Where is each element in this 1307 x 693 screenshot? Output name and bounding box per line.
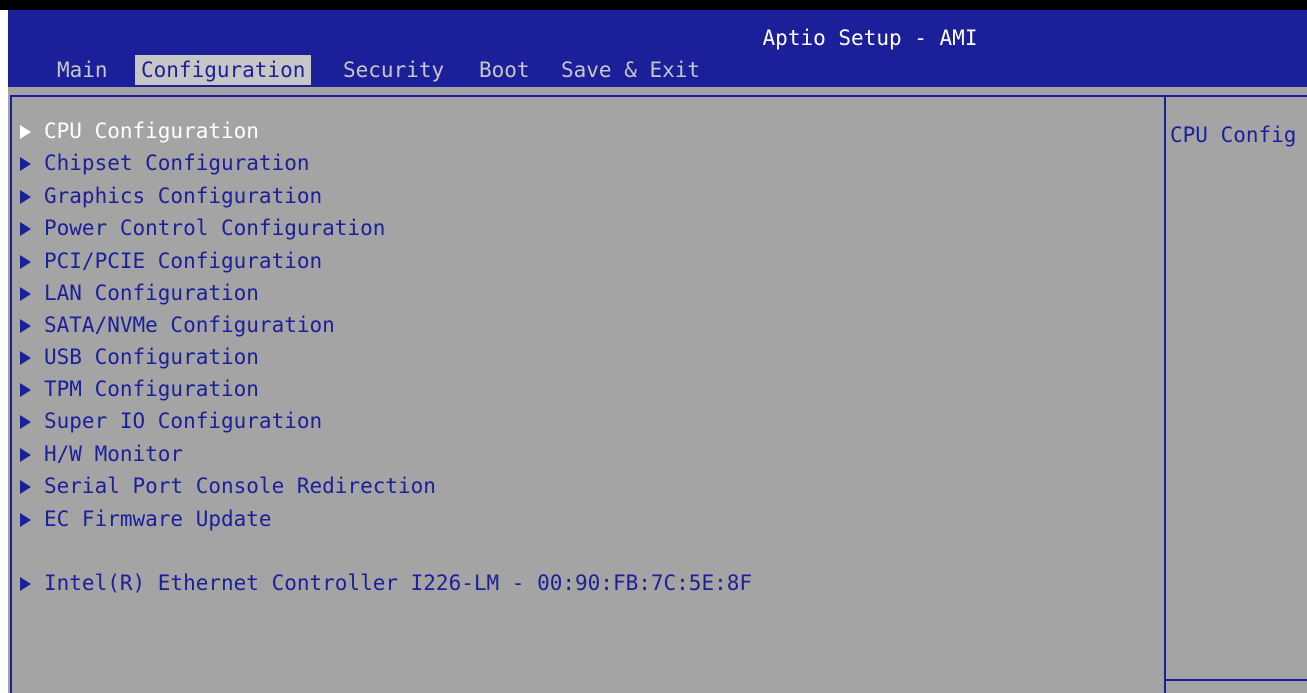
menu-item-label: CPU Configuration [44, 119, 259, 143]
help-text: CPU Config [1170, 123, 1297, 147]
menu-item-chipset-configuration[interactable]: Chipset Configuration [20, 149, 310, 177]
menu-item-label: EC Firmware Update [44, 507, 272, 531]
submenu-arrow-icon [20, 448, 31, 462]
submenu-arrow-icon [20, 255, 31, 269]
menu-item-label: PCI/PCIE Configuration [44, 249, 323, 273]
menu-item-super-io-configuration[interactable]: Super IO Configuration [20, 407, 322, 435]
menu-item-usb-configuration[interactable]: USB Configuration [20, 343, 259, 371]
menu-item-label: Super IO Configuration [44, 409, 323, 433]
menu-item-label: Chipset Configuration [44, 151, 310, 175]
menu-item-power-control-configuration[interactable]: Power Control Configuration [20, 214, 385, 242]
menu-item-ec-firmware-update[interactable]: EC Firmware Update [20, 505, 272, 533]
submenu-arrow-icon [20, 577, 31, 591]
menu-item-hw-monitor[interactable]: H/W Monitor [20, 440, 183, 468]
top-strip [0, 0, 1307, 10]
menu-item-label: SATA/NVMe Configuration [44, 313, 335, 337]
submenu-arrow-icon [20, 125, 31, 139]
tab-save-exit[interactable]: Save & Exit [555, 55, 706, 85]
submenu-arrow-icon [20, 480, 31, 494]
menu-item-label: USB Configuration [44, 345, 259, 369]
menu-item-label: LAN Configuration [44, 281, 259, 305]
menu-item-graphics-configuration[interactable]: Graphics Configuration [20, 182, 322, 210]
menu-item-lan-configuration[interactable]: LAN Configuration [20, 279, 259, 307]
menu-item-label: Intel(R) Ethernet Controller I226-LM - 0… [44, 571, 753, 595]
help-panel-rule [1166, 679, 1307, 681]
menu-item-label: Serial Port Console Redirection [44, 474, 436, 498]
tab-configuration[interactable]: Configuration [135, 55, 312, 85]
submenu-arrow-icon [20, 222, 31, 236]
submenu-arrow-icon [20, 190, 31, 204]
submenu-arrow-icon [20, 157, 31, 171]
tab-boot[interactable]: Boot [473, 55, 536, 85]
menu-item-label: H/W Monitor [44, 442, 184, 466]
menu-item-label: Graphics Configuration [44, 184, 323, 208]
content-area: CPU Configuration Chipset Configuration … [8, 87, 1307, 693]
menu-item-serial-port-console-redirection[interactable]: Serial Port Console Redirection [20, 472, 436, 500]
tab-security[interactable]: Security [337, 55, 450, 85]
tab-main[interactable]: Main [51, 55, 114, 85]
menu-item-pci-pcie-configuration[interactable]: PCI/PCIE Configuration [20, 247, 322, 275]
menu-item-label: Power Control Configuration [44, 216, 386, 240]
menu-item-tpm-configuration[interactable]: TPM Configuration [20, 375, 259, 403]
submenu-arrow-icon [20, 319, 31, 333]
submenu-arrow-icon [20, 383, 31, 397]
submenu-arrow-icon [20, 351, 31, 365]
help-panel-divider [1164, 95, 1166, 693]
menu-item-intel-ethernet-controller[interactable]: Intel(R) Ethernet Controller I226-LM - 0… [20, 569, 752, 597]
menu-item-sata-nvme-configuration[interactable]: SATA/NVMe Configuration [20, 311, 335, 339]
app-title: Aptio Setup - AMI [762, 26, 978, 50]
submenu-arrow-icon [20, 513, 31, 527]
submenu-arrow-icon [20, 287, 31, 301]
header-bar: Aptio Setup - AMI Main Configuration Sec… [8, 10, 1307, 87]
menu-item-label: TPM Configuration [44, 377, 259, 401]
menu-item-cpu-configuration[interactable]: CPU Configuration [20, 117, 259, 145]
submenu-arrow-icon [20, 415, 31, 429]
